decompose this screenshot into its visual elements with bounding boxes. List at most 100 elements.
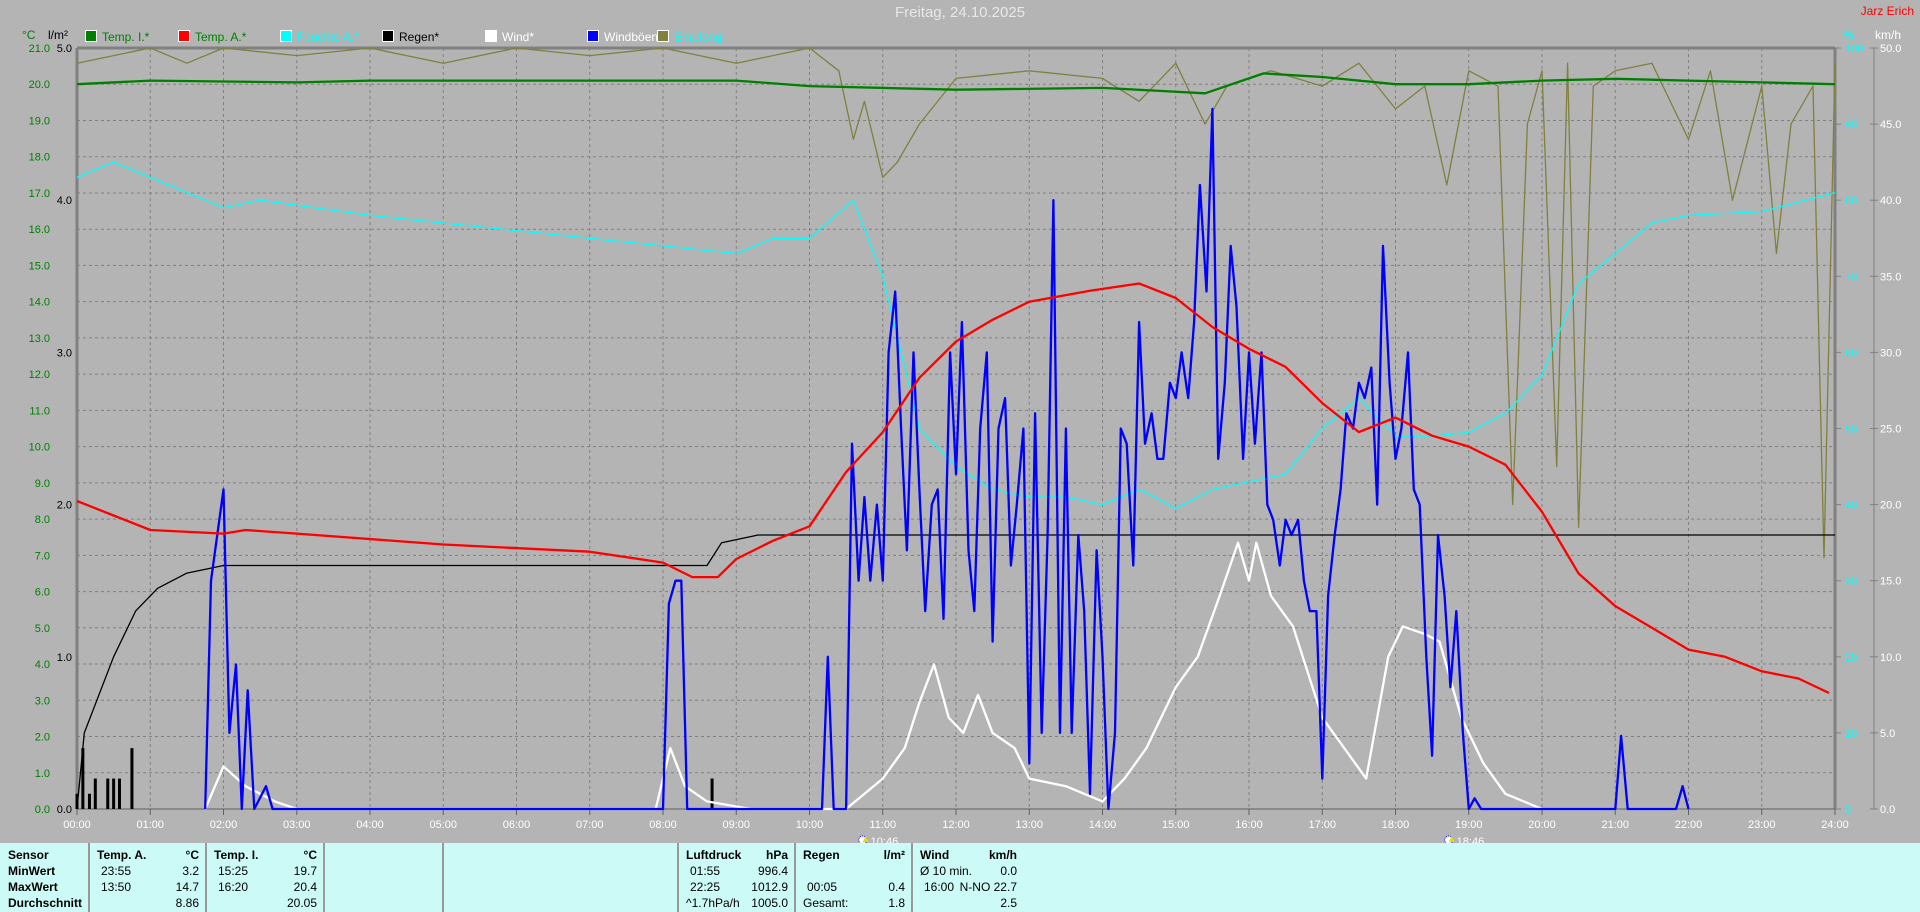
wind-tick-label: 25.0 bbox=[1880, 424, 1901, 436]
temp-tick-label: 4.0 bbox=[35, 659, 50, 671]
humidity-unit-label: % bbox=[1843, 28, 1854, 42]
wind-avg10-label: Ø 10 min. bbox=[920, 864, 973, 878]
row-label-avg: Durchschnitt bbox=[8, 896, 83, 910]
wind-avg: 2.5 bbox=[1000, 896, 1017, 910]
temp-a-max: 14.7 bbox=[175, 880, 199, 894]
rain-unit-label: l/m² bbox=[48, 28, 68, 42]
temp-tick-label: 21.0 bbox=[29, 43, 50, 55]
x-tick-label: 03:00 bbox=[283, 819, 311, 831]
legend-item-humidity[interactable]: Feuchte A.* bbox=[280, 30, 359, 44]
legend-item-temp-i[interactable]: Temp. I.* bbox=[85, 30, 149, 44]
temp-a-max-time: 13:50 bbox=[101, 880, 132, 894]
wind-tick-label: 30.0 bbox=[1880, 347, 1901, 359]
rain-header: Regen bbox=[803, 848, 840, 862]
temp-tick-label: 8.0 bbox=[35, 514, 50, 526]
wind-unit: km/h bbox=[988, 848, 1017, 862]
rain-tick-label: 0.0 bbox=[57, 804, 72, 816]
pressure-max: 1012.9 bbox=[751, 880, 788, 894]
temp-tick-label: 13.0 bbox=[29, 333, 50, 345]
legend-item-gusts[interactable]: Windböen bbox=[587, 30, 658, 44]
temp-tick-label: 11.0 bbox=[29, 405, 50, 417]
legend-label: Feuchte A.* bbox=[297, 30, 360, 44]
temp-i-max: 20.4 bbox=[293, 880, 317, 894]
wind-tick-label: 45.0 bbox=[1880, 119, 1901, 131]
humidity-tick-label: 30 bbox=[1845, 576, 1857, 588]
legend-label: Regen* bbox=[399, 30, 440, 44]
wind-tick-label: 10.0 bbox=[1880, 652, 1901, 664]
temp-i-avg: 20.05 bbox=[286, 896, 317, 910]
rain-max-time: 00:05 bbox=[807, 880, 838, 894]
humidity-tick-label: 80 bbox=[1845, 195, 1857, 207]
humidity-tick-label: 40 bbox=[1845, 500, 1857, 512]
legend-label: Wind* bbox=[502, 30, 535, 44]
pressure-header: Luftdruck bbox=[686, 848, 742, 862]
temp-a-column: Temp. A. °C 23:55 3.2 13:50 14.7 8.86 bbox=[88, 843, 205, 912]
pressure-column: Luftdruck hPa 01:55 996.4 22:25 1012.9 ^… bbox=[677, 843, 794, 912]
wind-unit-label: km/h bbox=[1875, 28, 1902, 42]
temp-tick-label: 9.0 bbox=[35, 478, 50, 490]
author-label: Jarz Erich bbox=[1860, 4, 1914, 18]
temp-i-min-time: 15:25 bbox=[218, 864, 249, 878]
rain-tick-label: 5.0 bbox=[57, 43, 72, 55]
x-tick-label: 15:00 bbox=[1162, 819, 1190, 831]
rain-tick-label: 1.0 bbox=[57, 652, 72, 664]
wind-tick-label: 5.0 bbox=[1880, 728, 1895, 740]
x-tick-label: 11:00 bbox=[869, 819, 896, 831]
row-label-min: MinWert bbox=[8, 864, 56, 878]
x-tick-label: 05:00 bbox=[429, 819, 457, 831]
x-tick-label: 23:00 bbox=[1748, 819, 1776, 831]
weather-chart: 0.0 1.0 2.0 3.0 4.0 5.0 6.0 7.0 8.0 9.0 10.0 11.0 12… bbox=[29, 43, 1901, 843]
rain-tick-label: 2.0 bbox=[57, 500, 72, 512]
legend-item-rain[interactable]: Regen* bbox=[382, 30, 439, 44]
temp-tick-label: 0.0 bbox=[35, 804, 50, 816]
rain-max: 0.4 bbox=[888, 880, 905, 894]
x-tick-label: 12:00 bbox=[942, 819, 970, 831]
empty-column bbox=[323, 843, 442, 912]
temp-i-max-time: 16:20 bbox=[218, 880, 249, 894]
temp-tick-label: 16.0 bbox=[29, 224, 50, 236]
humidity-tick-label: 20 bbox=[1845, 652, 1857, 664]
wind-tick-label: 35.0 bbox=[1880, 271, 1901, 283]
legend-item-temp-a[interactable]: Temp. A.* bbox=[178, 30, 246, 44]
legend-swatch bbox=[587, 30, 599, 42]
temp-i-header: Temp. I. bbox=[214, 848, 259, 862]
sensor-header: Sensor bbox=[8, 848, 49, 862]
empty-column bbox=[442, 843, 677, 912]
humidity-tick-label: 100 bbox=[1845, 43, 1863, 55]
temp-tick-label: 3.0 bbox=[35, 695, 50, 707]
humidity-tick-label: 50 bbox=[1845, 424, 1857, 436]
legend-swatch bbox=[85, 30, 97, 42]
x-tick-label: 08:00 bbox=[649, 819, 677, 831]
legend-label: Temp. I.* bbox=[102, 30, 150, 44]
wind-tick-label: 20.0 bbox=[1880, 500, 1901, 512]
wind-max: N-NO 22.7 bbox=[959, 880, 1017, 894]
wind-header: Wind bbox=[920, 848, 950, 862]
pressure-max-time: 22:25 bbox=[690, 880, 721, 894]
legend-swatch bbox=[280, 30, 292, 42]
temp-tick-label: 1.0 bbox=[35, 768, 50, 780]
temp-tick-label: 5.0 bbox=[35, 623, 50, 635]
legend-item-reception[interactable]: Empfang bbox=[657, 30, 722, 44]
x-tick-label: 00:00 bbox=[63, 819, 91, 831]
legend-label: Windböen bbox=[604, 30, 659, 44]
statistics-table: Sensor MinWert MaxWert Durchschnitt Temp… bbox=[0, 843, 1920, 912]
temp-tick-label: 19.0 bbox=[29, 115, 50, 127]
rain-column: Regen l/m² 00:05 0.4 Gesamt: 1.8 bbox=[794, 843, 911, 912]
x-tick-label: 06:00 bbox=[503, 819, 531, 831]
wind-tick-label: 15.0 bbox=[1880, 576, 1901, 588]
temp-tick-label: 12.0 bbox=[29, 369, 50, 381]
x-tick-label: 04:00 bbox=[356, 819, 384, 831]
temp-i-column: Temp. I. °C 15:25 19.7 16:20 20.4 20.05 bbox=[205, 843, 323, 912]
rain-total: 1.8 bbox=[888, 896, 905, 910]
legend-item-wind[interactable]: Wind* bbox=[485, 30, 534, 44]
x-tick-label: 14:00 bbox=[1089, 819, 1117, 831]
temp-tick-label: 17.0 bbox=[29, 188, 50, 200]
legend-label: Empfang bbox=[674, 30, 723, 44]
x-tick-label: 18:00 bbox=[1382, 819, 1410, 831]
x-tick-label: 17:00 bbox=[1308, 819, 1336, 831]
temp-a-avg: 8.86 bbox=[175, 896, 199, 910]
temp-i-min: 19.7 bbox=[293, 864, 317, 878]
rain-unit: l/m² bbox=[883, 848, 905, 862]
x-tick-label: 21:00 bbox=[1601, 819, 1629, 831]
x-tick-label: 22:00 bbox=[1675, 819, 1703, 831]
